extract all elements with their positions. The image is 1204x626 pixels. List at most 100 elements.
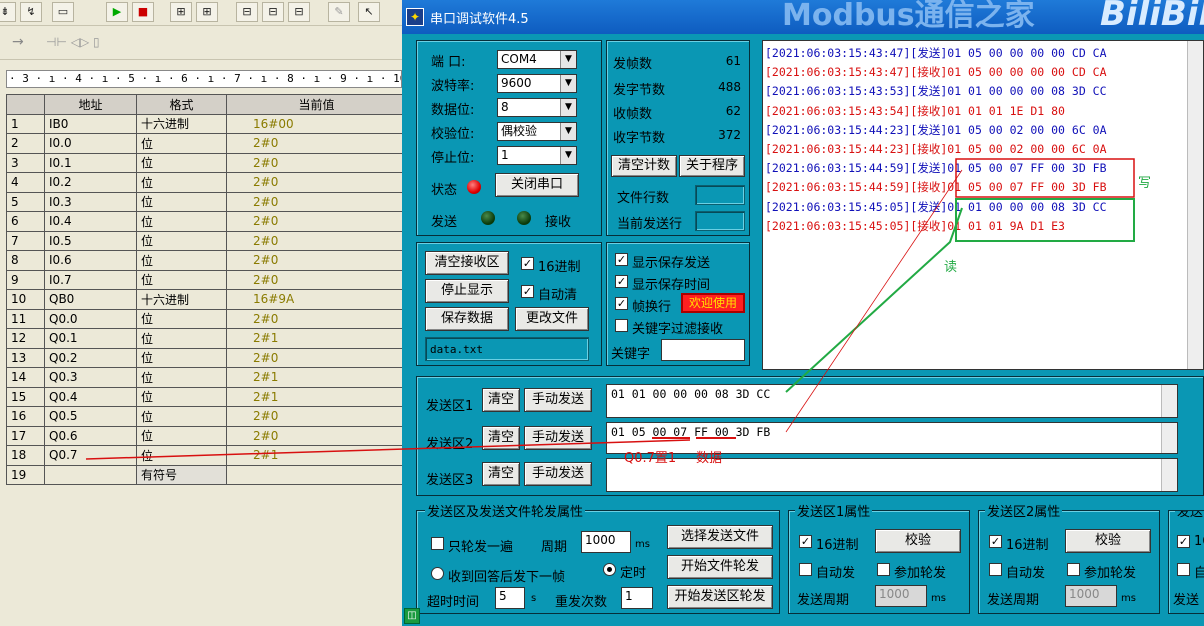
show-time-checkbox[interactable]: ✓ <box>615 275 628 288</box>
row-address[interactable]: Q0.3 <box>44 367 137 388</box>
row-value[interactable]: 2#0 <box>226 211 407 232</box>
row-address[interactable]: I0.5 <box>44 230 137 251</box>
row-format[interactable]: 位 <box>136 347 227 368</box>
after-reply-radio[interactable] <box>431 567 444 580</box>
table-row[interactable]: 3 I0.1 位 2#0 <box>6 152 407 173</box>
row-value[interactable]: 2#0 <box>226 191 407 212</box>
table-row[interactable]: 16 Q0.5 位 2#0 <box>6 406 407 427</box>
row-format[interactable]: 位 <box>136 425 227 446</box>
cursor-icon[interactable]: ↖ <box>358 2 380 22</box>
area2-verify-button[interactable]: 校验 <box>1065 529 1151 553</box>
start-area-poll-button[interactable]: 开始发送区轮发 <box>667 585 773 609</box>
column-header-format[interactable]: 格式 <box>136 94 227 115</box>
row-address[interactable]: I0.4 <box>44 211 137 232</box>
row-format[interactable]: 位 <box>136 133 227 154</box>
row-value[interactable]: 2#1 <box>226 386 407 407</box>
row-format[interactable]: 位 <box>136 386 227 407</box>
table-row[interactable]: 15 Q0.4 位 2#1 <box>6 386 407 407</box>
row-format[interactable]: 位 <box>136 230 227 251</box>
row-format[interactable]: 位 <box>136 250 227 271</box>
databits-select[interactable]: 8 ▼ <box>497 98 577 117</box>
row-address[interactable]: I0.7 <box>44 269 137 290</box>
row-format[interactable]: 位 <box>136 269 227 290</box>
table-row[interactable]: 18 Q0.7 位 2#1 <box>6 445 407 466</box>
chevron-down-icon[interactable]: ▼ <box>560 123 576 140</box>
area1-hex-checkbox[interactable]: ✓ <box>799 535 812 548</box>
table-row[interactable]: 17 Q0.6 位 2#0 <box>6 425 407 446</box>
row-address[interactable]: I0.0 <box>44 133 137 154</box>
about-button[interactable]: 关于程序 <box>679 155 745 177</box>
area2-period-input[interactable]: 1000 <box>1065 585 1117 607</box>
retry-input[interactable]: 1 <box>621 587 653 609</box>
send-area-3-input[interactable] <box>606 458 1178 492</box>
start-file-poll-button[interactable]: 开始文件轮发 <box>667 555 773 579</box>
row-format[interactable]: 位 <box>136 328 227 349</box>
toolbar-button-10[interactable]: ⊟ <box>288 2 310 22</box>
area2-auto-checkbox[interactable] <box>989 563 1002 576</box>
row-address[interactable]: Q0.7 <box>44 445 137 466</box>
title-bar[interactable]: ✦ 串口调试软件4.5 Modbus通信之家 BiliBili <box>402 0 1204 34</box>
table-row[interactable]: 1 IB0 十六进制 16#00 <box>6 113 407 134</box>
send-area-3-scrollbar[interactable] <box>1161 459 1177 491</box>
row-address[interactable] <box>44 464 137 485</box>
column-header-value[interactable]: 当前值 <box>226 94 407 115</box>
stopbits-select[interactable]: 1 ▼ <box>497 146 577 165</box>
row-format[interactable]: 十六进制 <box>136 289 227 310</box>
period-input[interactable]: 1000 <box>581 531 631 553</box>
table-row[interactable]: 12 Q0.1 位 2#1 <box>6 328 407 349</box>
row-value[interactable]: 2#0 <box>226 269 407 290</box>
change-file-button[interactable]: 更改文件 <box>515 307 589 331</box>
row-format[interactable]: 位 <box>136 445 227 466</box>
data-file-field[interactable]: data.txt <box>425 337 589 361</box>
row-value[interactable]: 2#0 <box>226 308 407 329</box>
row-format[interactable]: 位 <box>136 406 227 427</box>
area1-period-input[interactable]: 1000 <box>875 585 927 607</box>
send-area-2-clear-button[interactable]: 清空 <box>482 426 520 450</box>
close-port-button[interactable]: 关闭串口 <box>495 173 579 197</box>
area3-hex-checkbox[interactable]: ✓ <box>1177 535 1190 548</box>
row-address[interactable]: Q0.1 <box>44 328 137 349</box>
baud-select[interactable]: 9600 ▼ <box>497 74 577 93</box>
send-area-1-input[interactable]: 01 01 00 00 00 08 3D CC <box>606 384 1178 418</box>
send-area-1-manual-send-button[interactable]: 手动发送 <box>524 388 592 412</box>
row-value[interactable]: 16#00 <box>226 113 407 134</box>
send-area-2-input[interactable]: 01 05 00 07 FF 00 3D FB <box>606 422 1178 454</box>
row-value[interactable]: 2#0 <box>226 152 407 173</box>
send-area-3-clear-button[interactable]: 清空 <box>482 462 520 486</box>
hex-receive-checkbox[interactable]: ✓ <box>521 257 534 270</box>
row-address[interactable]: IB0 <box>44 113 137 134</box>
chevron-down-icon[interactable]: ▼ <box>560 147 576 164</box>
table-row[interactable]: 10 QB0 十六进制 16#9A <box>6 289 407 310</box>
area2-hex-checkbox[interactable]: ✓ <box>989 535 1002 548</box>
send-area-1-clear-button[interactable]: 清空 <box>482 388 520 412</box>
keyword-filter-checkbox[interactable] <box>615 319 628 332</box>
row-value[interactable]: 2#1 <box>226 367 407 388</box>
row-address[interactable]: Q0.5 <box>44 406 137 427</box>
send-area-3-manual-send-button[interactable]: 手动发送 <box>524 462 592 486</box>
area2-join-checkbox[interactable] <box>1067 563 1080 576</box>
timeout-input[interactable]: 5 <box>495 587 525 609</box>
table-row[interactable]: 13 Q0.2 位 2#0 <box>6 347 407 368</box>
area3-auto-checkbox[interactable] <box>1177 563 1190 576</box>
row-address[interactable]: Q0.6 <box>44 425 137 446</box>
row-value[interactable]: 2#0 <box>226 250 407 271</box>
table-row[interactable]: 2 I0.0 位 2#0 <box>6 133 407 154</box>
choose-file-button[interactable]: 选择发送文件 <box>667 525 773 549</box>
chevron-down-icon[interactable]: ▼ <box>560 51 576 68</box>
row-address[interactable]: I0.6 <box>44 250 137 271</box>
contact-icons[interactable]: ⊣⊢ ◁▷ ▯ <box>46 35 100 49</box>
toolbar-button-7[interactable]: ⊞ <box>196 2 218 22</box>
table-row[interactable]: 6 I0.4 位 2#0 <box>6 211 407 232</box>
row-value[interactable] <box>226 464 407 485</box>
row-address[interactable]: I0.3 <box>44 191 137 212</box>
area1-join-checkbox[interactable] <box>877 563 890 576</box>
timed-radio[interactable] <box>603 563 616 576</box>
table-row[interactable]: 7 I0.5 位 2#0 <box>6 230 407 251</box>
clear-receive-button[interactable]: 清空接收区 <box>425 251 509 275</box>
send-area-2-manual-send-button[interactable]: 手动发送 <box>524 426 592 450</box>
table-row[interactable]: 4 I0.2 位 2#0 <box>6 172 407 193</box>
toolbar-button-9[interactable]: ⊟ <box>262 2 284 22</box>
log-scrollbar[interactable] <box>1187 41 1203 369</box>
row-format[interactable]: 位 <box>136 191 227 212</box>
save-data-button[interactable]: 保存数据 <box>425 307 509 331</box>
